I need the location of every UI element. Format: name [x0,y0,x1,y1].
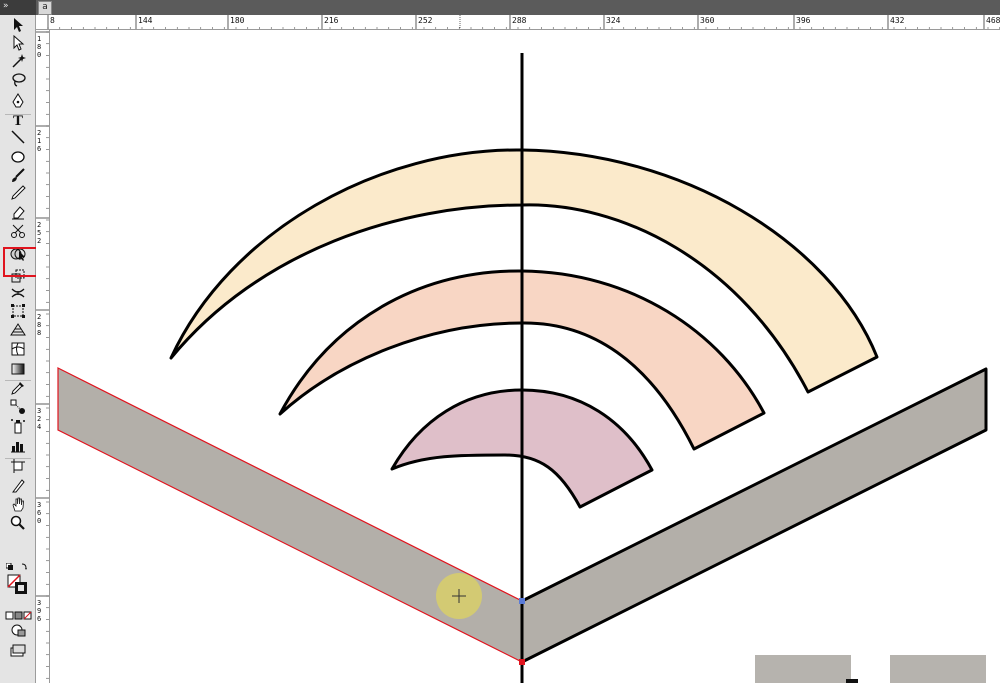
default-colors-icon [5,562,13,570]
ellipse-icon [11,151,25,163]
selection-tool[interactable] [4,16,32,34]
slice-tool[interactable] [4,477,32,495]
panel-fragment [890,655,986,683]
ruler-label: 288 [37,313,41,337]
anchor-point[interactable] [519,598,525,604]
direct-selection-arrow-icon [13,35,25,51]
artboard-icon [11,459,25,473]
ruler-label: 360 [700,16,715,25]
perspective-grid-icon [10,323,26,336]
artwork-svg[interactable] [50,30,1000,683]
symbol-sprayer-tool[interactable] [4,417,32,435]
ruler-label: 180 [230,16,245,25]
scissors-icon [11,224,25,238]
gradient-icon [11,363,25,375]
pencil-icon [11,185,26,200]
draw-mode-button[interactable] [9,623,27,639]
eyedropper-icon [11,382,24,395]
ruler-label: 432 [890,16,905,25]
paintbrush-tool[interactable] [4,166,32,184]
horizontal-ruler[interactable]: 8 144 180 216 252 288 324 360 396 432 468 [36,15,1000,30]
column-graph-icon [11,442,25,453]
perspective-grid-tool[interactable] [4,320,32,338]
ruler-label: 396 [37,599,41,623]
width-tool[interactable] [4,284,32,302]
scissors-tool[interactable] [4,222,32,240]
free-transform-icon [11,304,25,318]
document-tab[interactable]: a [38,1,52,15]
ruler-label: 216 [37,129,41,153]
fill-stroke-swatches[interactable] [5,562,32,603]
eyedropper-tool[interactable] [4,379,32,397]
width-icon [11,288,25,298]
color-button-icon [5,611,14,620]
screen-mode-icon [10,644,26,657]
panel-collapse-grip[interactable]: » [0,0,36,15]
ruler-label: 8 [50,16,55,25]
free-transform-tool[interactable] [4,302,32,320]
application-title-strip: » a [0,0,1000,15]
ellipse-tool[interactable] [4,147,32,165]
ruler-label: 396 [796,16,811,25]
svg-text:T: T [13,113,23,127]
ruler-label: 288 [512,16,527,25]
blend-icon [10,399,25,414]
zoom-icon [10,515,25,530]
selection-arrow-icon [14,18,23,32]
mesh-tool[interactable] [4,340,32,358]
screen-mode-button[interactable] [9,643,27,657]
line-segment-tool[interactable] [4,128,32,146]
pen-icon [12,93,24,108]
hand-icon [12,497,24,512]
tools-panel: T [0,15,36,683]
blend-tool[interactable] [4,398,32,416]
column-graph-tool[interactable] [4,437,32,455]
none-button-icon [23,611,32,620]
ruler-label: 180 [37,35,41,59]
slice-icon [12,479,25,493]
anchor-point[interactable] [519,659,525,665]
ruler-label: 360 [37,501,41,525]
ruler-label: 324 [37,407,41,431]
stroke-swatch-icon [15,582,27,594]
lasso-tool[interactable] [4,71,32,89]
ruler-label: 252 [37,221,41,245]
paintbrush-icon [12,168,25,182]
type-tool[interactable]: T [4,110,32,128]
ruler-label: 216 [324,16,339,25]
ruler-label: 468 [986,16,1000,25]
panel-fragment [755,655,851,683]
hand-tool[interactable] [4,495,32,513]
gradient-button-icon [14,611,23,620]
eraser-icon [12,206,25,220]
ruler-label: 252 [418,16,433,25]
ruler-label: 324 [606,16,621,25]
mesh-icon [11,342,25,356]
swap-colors-icon [21,563,27,570]
vertical-ruler[interactable]: 180 216 252 288 324 360 396 [36,30,50,683]
eraser-tool[interactable] [4,203,32,221]
gradient-tool[interactable] [4,360,32,378]
magic-wand-tool[interactable] [4,52,32,70]
color-mode-buttons[interactable] [5,606,33,620]
panel-fragment-edge [846,679,858,683]
lasso-icon [12,73,26,87]
draw-normal-icon [11,624,26,637]
ruler-label: 144 [138,16,153,25]
magic-wand-icon [12,54,26,68]
line-icon [11,130,25,144]
pen-tool[interactable] [4,92,32,110]
artboard-canvas[interactable] [50,30,1000,683]
direct-selection-tool[interactable] [4,34,32,52]
symbol-sprayer-icon [11,419,25,434]
artboard-tool[interactable] [4,457,32,475]
type-icon: T [13,113,23,127]
zoom-tool[interactable] [4,514,32,532]
pencil-tool[interactable] [4,184,32,202]
